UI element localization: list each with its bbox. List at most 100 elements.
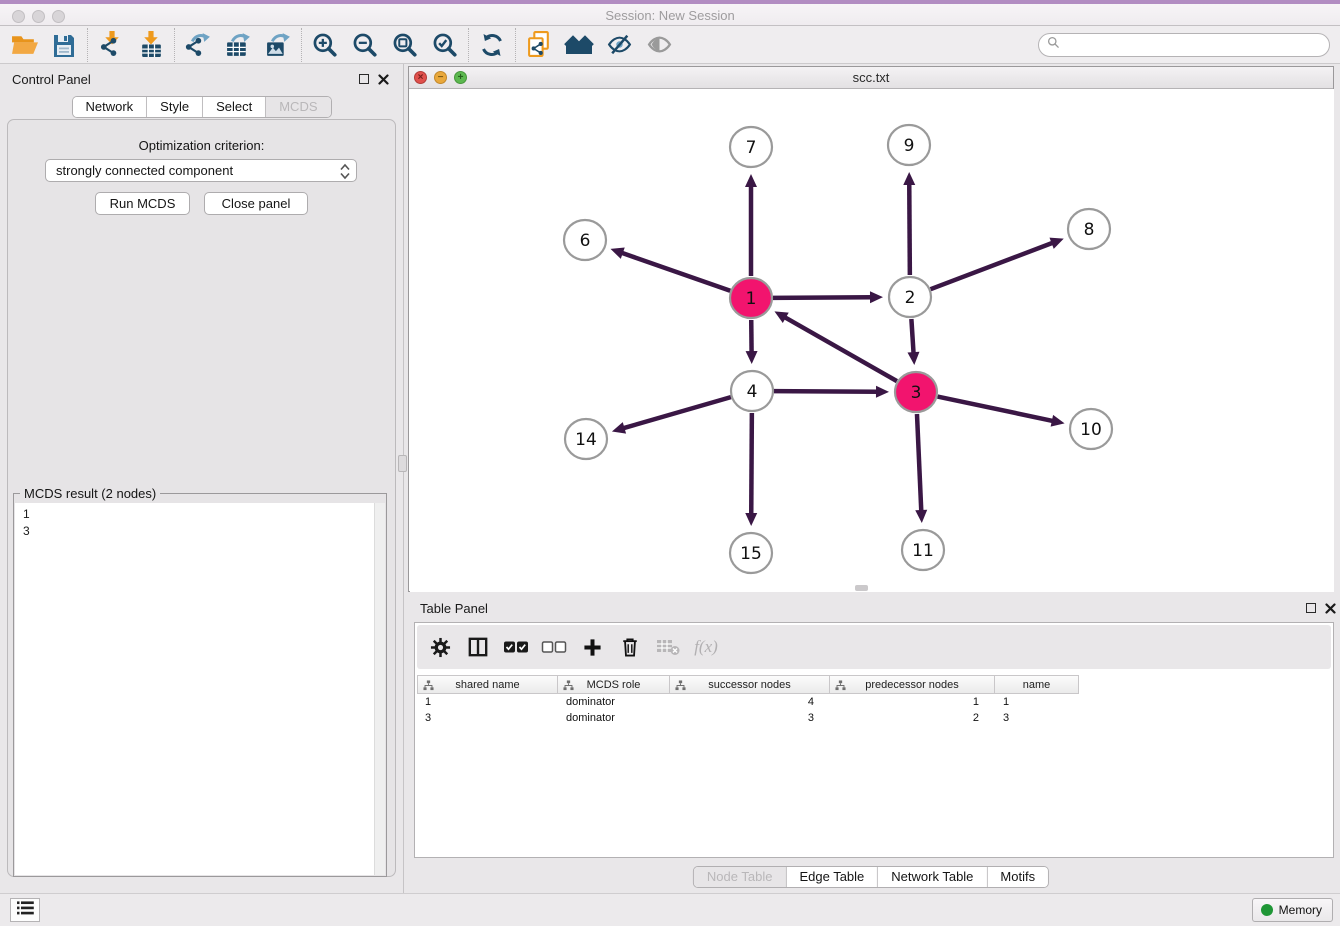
toolbar-separator <box>174 28 175 62</box>
search-box[interactable] <box>1038 33 1330 57</box>
network-canvas[interactable]: 7 9 6 8 1 2 4 3 14 10 15 11 <box>410 89 1334 592</box>
add-row-icon[interactable] <box>579 634 605 660</box>
svg-text:8: 8 <box>1084 220 1095 240</box>
graph-node-4[interactable]: 4 <box>731 371 773 411</box>
column-label: predecessor nodes <box>865 679 959 691</box>
column-header-predecessor-nodes[interactable]: predecessor nodes <box>830 675 995 694</box>
import-table-icon[interactable] <box>131 30 171 60</box>
graph-node-1[interactable]: 1 <box>730 278 772 318</box>
panel-list-button[interactable] <box>10 898 40 922</box>
criterion-value: strongly connected component <box>56 163 233 178</box>
table-row[interactable]: 1dominator411 <box>417 694 1079 710</box>
column-header-name[interactable]: name <box>995 675 1079 694</box>
zoom-selected-icon[interactable] <box>425 30 465 60</box>
combo-stepper-icon <box>340 163 350 183</box>
close-panel-button[interactable]: Close panel <box>204 192 308 215</box>
tab-mcds[interactable]: MCDS <box>266 97 330 117</box>
home-icon[interactable] <box>559 30 599 60</box>
tab-select[interactable]: Select <box>203 97 266 117</box>
column-header-mcds-role[interactable]: MCDS role <box>558 675 670 694</box>
edge-3-11[interactable] <box>917 414 921 512</box>
control-panel: Control Panel NetworkStyleSelectMCDS Opt… <box>0 64 403 893</box>
graph-node-6[interactable]: 6 <box>564 220 606 260</box>
edge-1-2[interactable] <box>773 297 872 298</box>
edge-4-3[interactable] <box>774 391 878 392</box>
cell-successor-nodes[interactable]: 4 <box>670 694 830 710</box>
table-row[interactable]: 3dominator323 <box>417 710 1079 726</box>
graph-node-3[interactable]: 3 <box>895 372 937 412</box>
cell-name[interactable]: 3 <box>995 710 1079 726</box>
edge-1-6[interactable] <box>621 253 730 291</box>
edge-4-14[interactable] <box>623 397 731 428</box>
cell-shared-name[interactable]: 1 <box>417 694 558 710</box>
apply-layout-icon[interactable] <box>472 30 512 60</box>
cell-mcds-role[interactable]: dominator <box>558 710 670 726</box>
deselect-all-icon[interactable] <box>541 634 567 660</box>
zoom-fit-icon[interactable] <box>385 30 425 60</box>
arrowhead-icon <box>610 248 624 259</box>
cell-predecessor-nodes[interactable]: 2 <box>830 710 995 726</box>
edge-2-9[interactable] <box>909 183 910 275</box>
export-network-icon[interactable] <box>178 30 218 60</box>
column-layout-icon[interactable] <box>465 634 491 660</box>
graph-node-11[interactable]: 11 <box>902 530 944 570</box>
show-graphics-details-icon[interactable] <box>639 30 679 60</box>
save-session-icon[interactable] <box>44 30 84 60</box>
cell-mcds-role[interactable]: dominator <box>558 694 670 710</box>
table-tab-network-table[interactable]: Network Table <box>878 867 987 887</box>
edge-3-10[interactable] <box>938 397 1054 422</box>
cell-name[interactable]: 1 <box>995 694 1079 710</box>
close-panel-icon[interactable] <box>378 74 389 85</box>
graph-node-10[interactable]: 10 <box>1070 409 1112 449</box>
zoom-in-icon[interactable] <box>305 30 345 60</box>
edge-2-8[interactable] <box>931 242 1054 289</box>
import-network-icon[interactable] <box>91 30 131 60</box>
result-scrollbar[interactable] <box>374 503 385 875</box>
graph-node-7[interactable]: 7 <box>730 127 772 167</box>
run-mcds-button[interactable]: Run MCDS <box>95 192 190 215</box>
table-float-icon[interactable] <box>1306 603 1316 613</box>
edge-4-15[interactable] <box>751 413 752 515</box>
criterion-select[interactable]: strongly connected component <box>45 159 357 182</box>
network-scroll-grip[interactable] <box>855 585 868 591</box>
mcds-result-item[interactable]: 1 <box>15 506 385 523</box>
graph-node-2[interactable]: 2 <box>889 277 931 317</box>
network-doc-share-icon[interactable] <box>519 30 559 60</box>
graph-node-14[interactable]: 14 <box>565 419 607 459</box>
tab-style[interactable]: Style <box>147 97 203 117</box>
table-close-icon[interactable] <box>1325 603 1336 614</box>
table-tab-node-table[interactable]: Node Table <box>694 867 787 887</box>
mcds-result-list[interactable]: 13 <box>15 503 385 875</box>
column-header-successor-nodes[interactable]: successor nodes <box>670 675 830 694</box>
graph-node-8[interactable]: 8 <box>1068 209 1110 249</box>
edge-2-3[interactable] <box>911 319 913 354</box>
select-all-icon[interactable] <box>503 634 529 660</box>
graph-node-9[interactable]: 9 <box>888 125 930 165</box>
float-panel-icon[interactable] <box>359 74 369 84</box>
column-header-shared-name[interactable]: shared name <box>417 675 558 694</box>
split-divider-grip[interactable] <box>398 455 407 472</box>
table-tab-motifs[interactable]: Motifs <box>987 867 1048 887</box>
export-table-icon[interactable] <box>218 30 258 60</box>
settings-gear-icon[interactable] <box>427 634 453 660</box>
hide-graphics-details-icon[interactable] <box>599 30 639 60</box>
delete-row-icon[interactable] <box>617 634 643 660</box>
edge-3-1[interactable] <box>784 317 897 381</box>
tab-network[interactable]: Network <box>72 97 147 117</box>
export-image-icon[interactable] <box>258 30 298 60</box>
cell-predecessor-nodes[interactable]: 1 <box>830 694 995 710</box>
zoom-out-icon[interactable] <box>345 30 385 60</box>
memory-button[interactable]: Memory <box>1252 898 1333 922</box>
cell-shared-name[interactable]: 3 <box>417 710 558 726</box>
network-window-titlebar[interactable]: × − + scc.txt <box>409 67 1333 89</box>
search-input[interactable] <box>1065 38 1329 52</box>
main-titlebar: Session: New Session <box>0 0 1340 26</box>
cell-successor-nodes[interactable]: 3 <box>670 710 830 726</box>
svg-text:14: 14 <box>575 430 597 450</box>
graph-node-15[interactable]: 15 <box>730 533 772 573</box>
open-session-icon[interactable] <box>4 30 44 60</box>
table-body: 1dominator4113dominator323 <box>417 694 1079 726</box>
mcds-result-item[interactable]: 3 <box>15 523 385 540</box>
split-divider <box>403 64 404 893</box>
table-tab-edge-table[interactable]: Edge Table <box>786 867 878 887</box>
